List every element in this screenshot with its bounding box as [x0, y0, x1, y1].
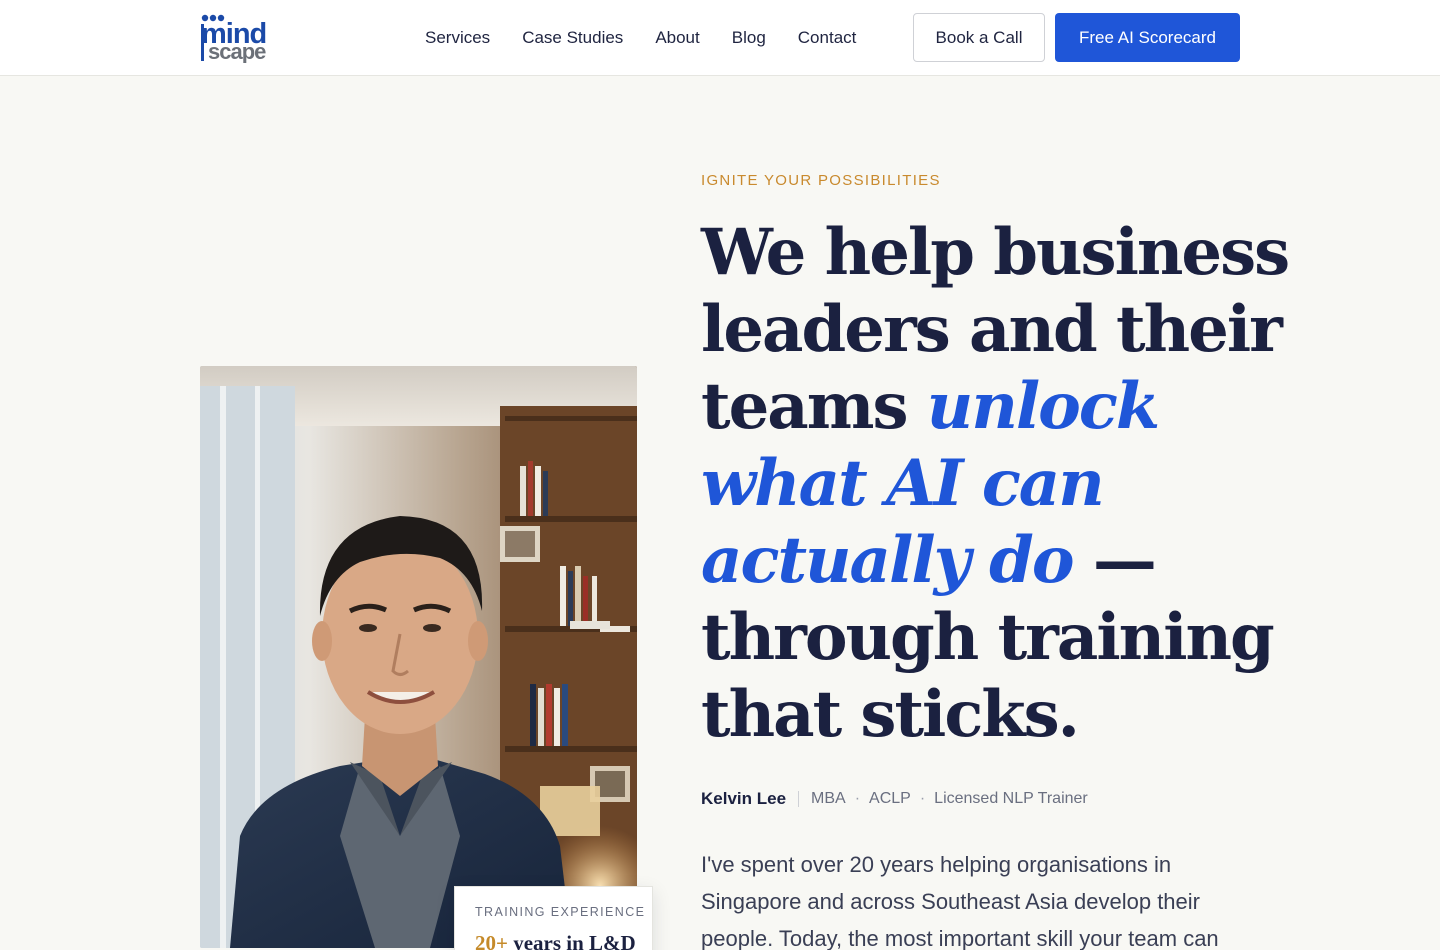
training-experience-card: TRAINING EXPERIENCE 20+ years in L&D: [454, 886, 653, 950]
headline-line-3-plain: teams: [701, 369, 927, 444]
experience-years-text: years in L&D: [507, 931, 636, 950]
headline-line-6: through training: [701, 600, 1275, 675]
headline-line-1: We help business: [701, 215, 1290, 290]
credential-nlp-trainer: Licensed NLP Trainer: [934, 790, 1088, 807]
headline-line-3: teams unlock: [701, 368, 1261, 445]
credential-aclp: ACLP: [869, 790, 911, 807]
experience-card-value: 20+ years in L&D: [475, 931, 636, 950]
nav-link-services[interactable]: Services: [425, 28, 490, 48]
book-a-call-button[interactable]: Book a Call: [913, 13, 1045, 62]
credential-mba: MBA: [811, 790, 846, 807]
credentials-divider: [798, 791, 800, 807]
hero-body-text: I've spent over 20 years helping organis…: [701, 852, 1219, 950]
portrait-photo: [200, 366, 637, 948]
nav-link-about[interactable]: About: [655, 28, 699, 48]
headline-line-7: that sticks.: [701, 677, 1080, 752]
headline-accent-line-4: what AI can: [701, 446, 1105, 521]
hero-eyebrow: IGNITE YOUR POSSIBILITIES: [701, 172, 941, 189]
hero-headline: We help business leaders and their teams…: [701, 214, 1290, 753]
nav-link-contact[interactable]: Contact: [798, 28, 857, 48]
headline-accent-actually-do: actually do: [701, 523, 1075, 598]
experience-card-label: TRAINING EXPERIENCE: [475, 905, 646, 919]
headline-line-5: actually do —: [701, 522, 1261, 599]
experience-years-number: 20+: [475, 931, 508, 950]
nav-link-blog[interactable]: Blog: [732, 28, 766, 48]
author-name: Kelvin Lee: [701, 789, 787, 808]
primary-nav-links: Services Case Studies About Blog Contact: [425, 0, 856, 76]
credential-dot: ·: [854, 790, 861, 807]
credential-dot: ·: [919, 790, 926, 807]
headline-em-dash: —: [1072, 523, 1157, 598]
top-navigation: mind scape Services Case Studies About B…: [0, 0, 1440, 76]
mindscape-logo[interactable]: mind scape: [200, 13, 290, 64]
headline-accent-unlock: unlock: [926, 369, 1160, 444]
nav-link-case-studies[interactable]: Case Studies: [522, 28, 623, 48]
headline-line-2: leaders and their: [701, 292, 1283, 367]
author-credentials: Kelvin Lee MBA · ACLP · Licensed NLP Tra…: [701, 788, 1088, 810]
free-ai-scorecard-button[interactable]: Free AI Scorecard: [1055, 13, 1240, 62]
svg-text:scape: scape: [208, 39, 266, 63]
